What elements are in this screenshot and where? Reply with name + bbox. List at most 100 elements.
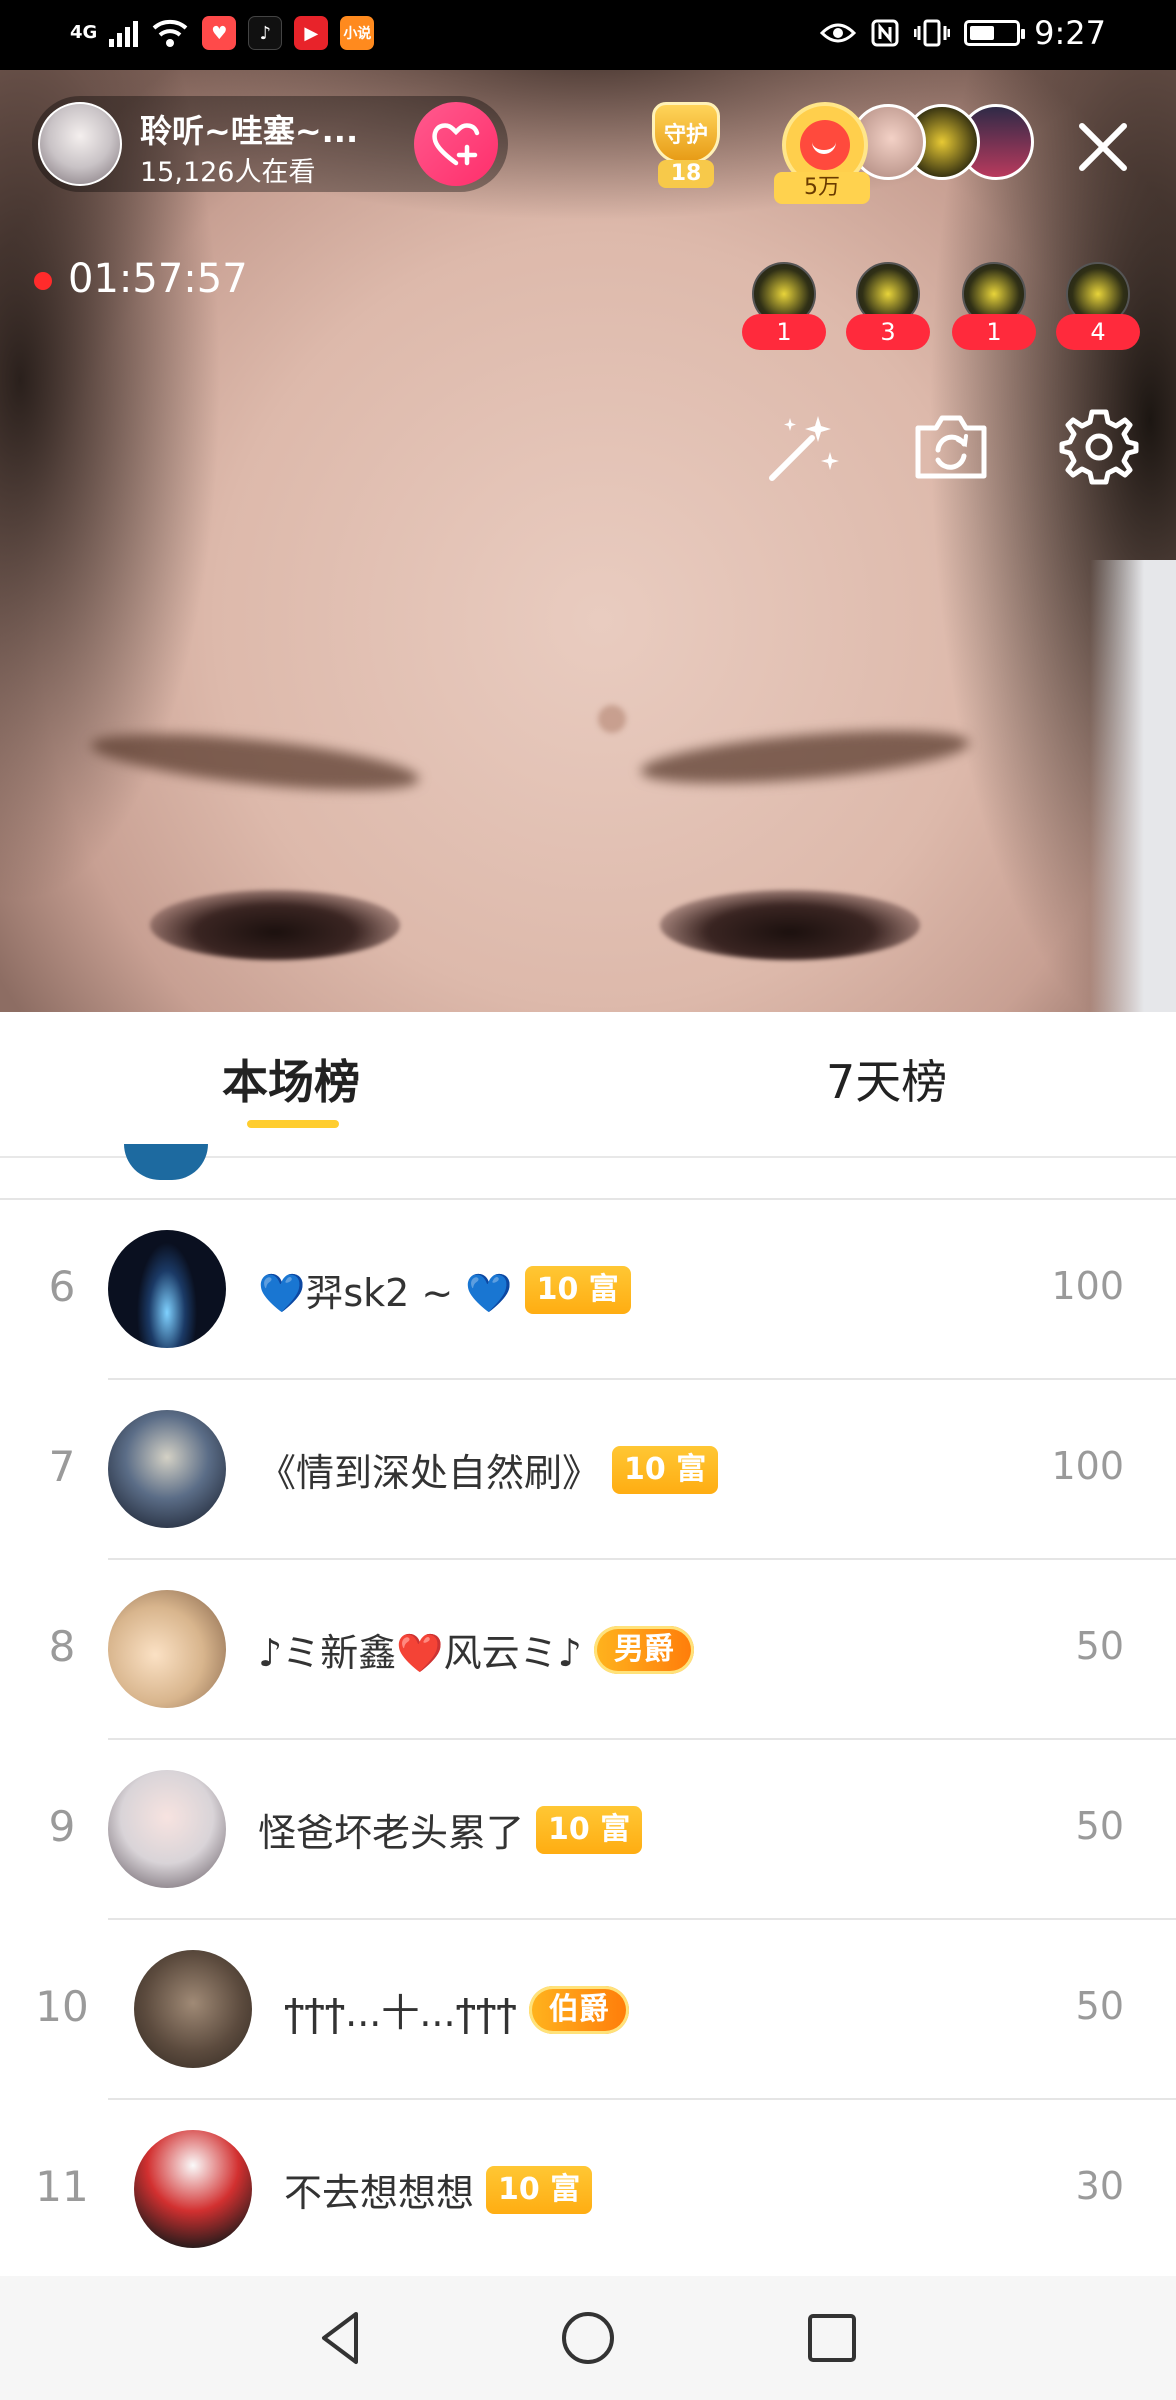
- fan-medal[interactable]: 1: [952, 262, 1036, 356]
- level-badge: 10 富: [524, 1265, 631, 1314]
- nfc-icon: [871, 19, 899, 47]
- level-badge: 10 富: [536, 1805, 643, 1854]
- medal-count: 1: [952, 314, 1036, 350]
- home-button[interactable]: [556, 2306, 620, 2370]
- avatar[interactable]: [108, 1410, 226, 1528]
- user-name-group: 《情到深处自然刷》 10 富: [258, 1442, 719, 1497]
- video-detail: [638, 720, 972, 794]
- avatar[interactable]: [134, 1950, 252, 2068]
- rank-number: 6: [48, 1262, 76, 1311]
- clock: 9:27: [1034, 14, 1106, 52]
- avatar[interactable]: [124, 1144, 208, 1180]
- noble-badge: 男爵: [593, 1625, 694, 1674]
- avatar[interactable]: [108, 1770, 226, 1888]
- list-item[interactable]: 9 怪爸坏老头累了 10 富 50: [0, 1740, 1176, 1920]
- user-name: 💙羿sk2 ~ 💙: [258, 1271, 513, 1315]
- user-name: 《情到深处自然刷》: [258, 1451, 601, 1495]
- fan-medal[interactable]: 4: [1056, 262, 1140, 356]
- score: 30: [1075, 2164, 1124, 2208]
- list-item[interactable]: 7 《情到深处自然刷》 10 富 100: [0, 1380, 1176, 1560]
- rank-number: 11: [35, 2162, 89, 2211]
- user-name-group: ϯϯϯ...十...ϯϯϯ 伯爵: [284, 1982, 629, 2037]
- score: 50: [1075, 1804, 1124, 1848]
- video-detail: [660, 890, 920, 960]
- user-name-group: 怪爸坏老头累了 10 富: [258, 1802, 643, 1857]
- score: 100: [1051, 1444, 1124, 1488]
- beauty-effects-button[interactable]: [760, 404, 846, 490]
- flip-camera-icon: [915, 415, 987, 479]
- noble-badge: 伯爵: [528, 1985, 629, 2034]
- back-triangle-icon: [322, 2312, 358, 2364]
- navigation-bar: [0, 2276, 1176, 2400]
- host-info[interactable]: 聆听~哇塞~... 15,126人在看: [32, 96, 508, 192]
- score: 100: [1051, 1264, 1124, 1308]
- score: 50: [1075, 1624, 1124, 1668]
- gear-icon: [1059, 409, 1139, 485]
- user-name-group: ♪ミ新鑫❤️风云ミ♪ 男爵: [258, 1622, 694, 1677]
- ranking-list: 6 💙羿sk2 ~ 💙 10 富 100 7 《情到深处自然刷》 10 富 10…: [0, 1200, 1176, 2276]
- signal-icon: [109, 19, 139, 47]
- host-avatar[interactable]: [38, 102, 122, 186]
- guard-label: 守护: [652, 102, 720, 164]
- mini-app-icon: 小说: [340, 16, 375, 50]
- guard-count: 18: [658, 160, 714, 188]
- viewer-count: 15,126人在看: [140, 157, 316, 188]
- settings-button[interactable]: [1056, 404, 1142, 490]
- host-name: 聆听~哇塞~...: [140, 112, 359, 150]
- magic-wand-icon: [769, 416, 839, 481]
- recents-square-icon: [808, 2314, 856, 2362]
- heart-plus-icon: [432, 123, 480, 166]
- close-button[interactable]: [1068, 112, 1138, 182]
- video-app-icon: ▶: [294, 16, 329, 50]
- medal-count: 3: [846, 314, 930, 350]
- vibrate-icon: [914, 19, 951, 47]
- video-detail: [88, 722, 422, 802]
- user-name: 怪爸坏老头累了: [258, 1811, 525, 1855]
- user-name-group: 不去想想想 10 富: [284, 2162, 593, 2217]
- follow-button[interactable]: [414, 102, 498, 186]
- ranking-tabs: 本场榜 7天榜: [0, 1012, 1176, 1158]
- video-detail: [150, 890, 400, 960]
- live-video: 聆听~哇塞~... 15,126人在看 守护 18 5万 01:57:57 1 …: [0, 0, 1176, 1012]
- fan-medal[interactable]: 1: [742, 262, 826, 356]
- top-audience-tag: 5万: [774, 172, 870, 204]
- user-name: ♪ミ新鑫❤️风云ミ♪: [258, 1631, 582, 1675]
- rank-number: 10: [35, 1982, 89, 2031]
- level-badge: 10 富: [612, 1445, 719, 1494]
- avatar[interactable]: [108, 1230, 226, 1348]
- medal-count: 1: [742, 314, 826, 350]
- tab-seven-days[interactable]: 7天榜: [826, 1046, 947, 1112]
- battery-icon: [964, 20, 1026, 46]
- guard-badge[interactable]: 守护 18: [638, 98, 734, 194]
- rank-number: 8: [48, 1622, 76, 1671]
- rank-number: 9: [48, 1802, 76, 1851]
- active-tab-indicator: [247, 1120, 339, 1128]
- avatar[interactable]: [108, 1590, 226, 1708]
- score: 50: [1075, 1984, 1124, 2028]
- live-indicator-icon: [34, 272, 52, 290]
- list-item[interactable]: 6 💙羿sk2 ~ 💙 10 富 100: [0, 1200, 1176, 1380]
- network-type: 4G: [70, 22, 98, 43]
- list-item[interactable]: 11 不去想想想 10 富 30: [0, 2100, 1176, 2276]
- status-bar: 4G ♥ ♪ ▶ 小说 9:27: [0, 0, 1176, 70]
- home-circle-icon: [562, 2312, 614, 2364]
- wifi-icon: [152, 19, 188, 47]
- user-name: 不去想想想: [284, 2171, 475, 2215]
- level-badge: 10 富: [486, 2165, 593, 2214]
- medal-count: 4: [1056, 314, 1140, 350]
- recents-button[interactable]: [800, 2306, 864, 2370]
- video-background: [1090, 560, 1176, 1012]
- eye-icon: [820, 23, 857, 43]
- video-detail: [598, 705, 626, 733]
- back-button[interactable]: [310, 2306, 374, 2370]
- close-icon: [1079, 123, 1127, 171]
- tiktok-icon: ♪: [248, 16, 283, 50]
- flip-camera-button[interactable]: [908, 404, 994, 490]
- avatar[interactable]: [134, 2130, 252, 2248]
- list-item[interactable]: 10 ϯϯϯ...十...ϯϯϯ 伯爵 50: [0, 1920, 1176, 2100]
- app-icon-red: ♥: [202, 16, 237, 50]
- tab-current-session[interactable]: 本场榜: [222, 1046, 360, 1112]
- fan-medal[interactable]: 3: [846, 262, 930, 356]
- list-item[interactable]: 8 ♪ミ新鑫❤️风云ミ♪ 男爵 50: [0, 1560, 1176, 1740]
- rank-number: 7: [48, 1442, 76, 1491]
